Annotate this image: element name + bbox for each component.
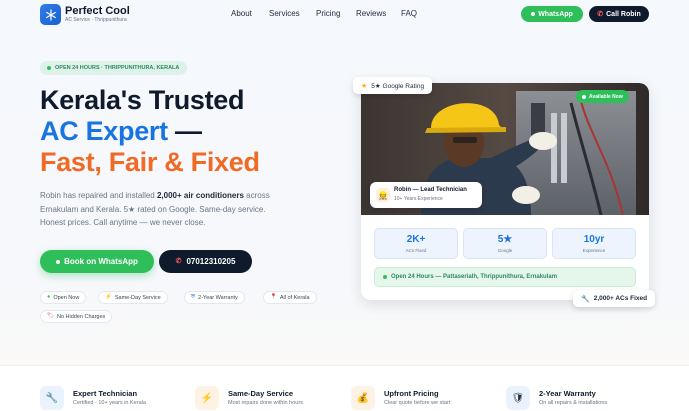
technician-badge: 👷 Robin — Lead Technician 10+ Years Expe… [370, 182, 482, 208]
tag-icon: 🏷 [47, 312, 54, 319]
available-now-label: Available Now [589, 93, 623, 100]
hero-description-highlight: 2,000+ air conditioners [156, 191, 244, 200]
chip-no-hidden-charges: 🏷 No Hidden Charges [40, 310, 113, 323]
chip-label: All of Kerala [279, 294, 310, 301]
nav-link-services[interactable]: Services [269, 9, 300, 18]
chip-warranty: ⛨ 2-Year Warranty [184, 291, 245, 304]
feature-subtitle: Certified · 10+ years in Kerala [73, 400, 146, 406]
phone-number-label: 07012310205 [186, 257, 236, 266]
snowflake-icon [45, 8, 56, 21]
chat-icon [56, 259, 61, 264]
hero-description: Robin has repaired and installed 2,000+ … [40, 189, 280, 230]
phone-icon: ✆ [597, 10, 604, 18]
open-hours-location-bar: Open 24 Hours — Pattaserialh, Thrippunit… [374, 267, 636, 287]
hero-heading-dash: — [167, 116, 202, 146]
technician-name: Robin — Lead Technician [394, 187, 467, 193]
hero-description-part-1: Robin has repaired and installed [40, 191, 157, 200]
feature-title: 2-Year Warranty [539, 389, 596, 398]
snowflake-logo-icon[interactable] [40, 4, 61, 25]
open-hours-location-label: Open 24 Hours — Pattaserialh, Thrippunit… [391, 274, 558, 280]
stat-label: Experience [582, 247, 606, 253]
stat-google: 5★ Google [463, 228, 547, 259]
chip-label: No Hidden Charges [56, 313, 106, 320]
chip-open-now: ● Open Now [40, 291, 87, 304]
star-icon: ★ [361, 82, 368, 90]
status-dot-icon [47, 66, 51, 70]
shield-icon: 🛡 [506, 386, 530, 410]
feature-title: Upfront Pricing [384, 389, 439, 398]
book-on-whatsapp-button[interactable]: Book on WhatsApp [40, 250, 154, 273]
status-dot-icon [383, 275, 387, 279]
whatsapp-button-label: WhatsApp [538, 10, 573, 18]
nav-link-reviews[interactable]: Reviews [356, 9, 386, 18]
feature-title: Expert Technician [73, 389, 138, 398]
hero-heading-accent: AC Expert [40, 116, 168, 146]
acs-fixed-label: 2,000+ ACs Fixed [593, 295, 648, 302]
feature-subtitle: Clear quote before we start [384, 400, 451, 406]
technician-avatar-icon: 👷 [376, 188, 390, 202]
acs-fixed-badge: 🔧 2,000+ ACs Fixed [573, 290, 656, 307]
brand-name[interactable]: Perfect Cool [65, 5, 130, 17]
phone-number-button[interactable]: ✆ 07012310205 [159, 250, 252, 273]
stat-acs-fixed: 2K+ ACs Fixed [374, 228, 458, 259]
hero-heading-line-1: Kerala's Trusted [40, 85, 245, 115]
nav-link-faq[interactable]: FAQ [401, 9, 417, 18]
book-on-whatsapp-label: Book on WhatsApp [64, 257, 138, 266]
open-hours-badge-label: OPEN 24 HOURS · THRIPPUNITHURA, KERALA [55, 65, 180, 71]
hero-heading-line-2: AC Expert — [40, 118, 202, 145]
google-rating-badge: ★ 5★ Google Rating [353, 77, 433, 94]
feature-title: Same-Day Service [228, 389, 294, 398]
wrench-icon: 🔧 [40, 386, 64, 410]
brand-tagline: AC Service · Thrippunithura [65, 17, 127, 23]
feature-subtitle: On all repairs & installations [539, 400, 608, 406]
chip-all-kerala: 📍 All of Kerala [263, 291, 317, 304]
open-hours-badge: OPEN 24 HOURS · THRIPPUNITHURA, KERALA [40, 61, 188, 75]
status-dot-icon [582, 94, 586, 99]
chip-same-day: ⚡ Same-Day Service [98, 291, 168, 304]
stat-value: 2K+ [406, 233, 426, 245]
pin-icon: 📍 [270, 293, 277, 300]
available-now-badge: Available Now [576, 90, 629, 103]
stat-experience: 10yr Experience [552, 228, 636, 259]
stat-label: Google [497, 247, 513, 253]
google-rating-label: 5★ Google Rating [371, 82, 425, 90]
whatsapp-button[interactable]: WhatsApp [521, 6, 583, 22]
stat-value: 5★ [497, 233, 513, 245]
nav-link-about[interactable]: About [231, 9, 252, 18]
bolt-icon: ⚡ [195, 386, 219, 410]
nav-link-pricing[interactable]: Pricing [316, 9, 340, 18]
green-dot-icon: ● [47, 293, 51, 300]
hero-heading-line-3: Fast, Fair & Fixed [40, 147, 260, 177]
stat-label: ACs Fixed [405, 247, 427, 253]
call-robin-button[interactable]: ✆ Call Robin [589, 6, 649, 22]
bolt-icon: ⚡ [105, 293, 112, 300]
money-bag-icon: 💰 [351, 386, 375, 410]
stat-value: 10yr [583, 233, 605, 245]
phone-icon: ✆ [175, 258, 182, 265]
shield-icon: ⛨ [191, 293, 196, 300]
wrench-icon: 🔧 [581, 295, 590, 303]
chat-icon [531, 12, 536, 16]
chip-label: Same-Day Service [114, 294, 161, 301]
call-robin-label: Call Robin [606, 10, 641, 18]
landing-page: Perfect Cool AC Service · Thrippunithura… [0, 0, 689, 411]
feature-subtitle: Most repairs done within hours [228, 400, 303, 406]
technician-experience: 10+ Years Experience [394, 196, 443, 202]
chip-label: 2-Year Warranty [198, 294, 238, 301]
chip-label: Open Now [53, 294, 80, 301]
top-nav: Perfect Cool AC Service · Thrippunithura… [0, 0, 689, 30]
